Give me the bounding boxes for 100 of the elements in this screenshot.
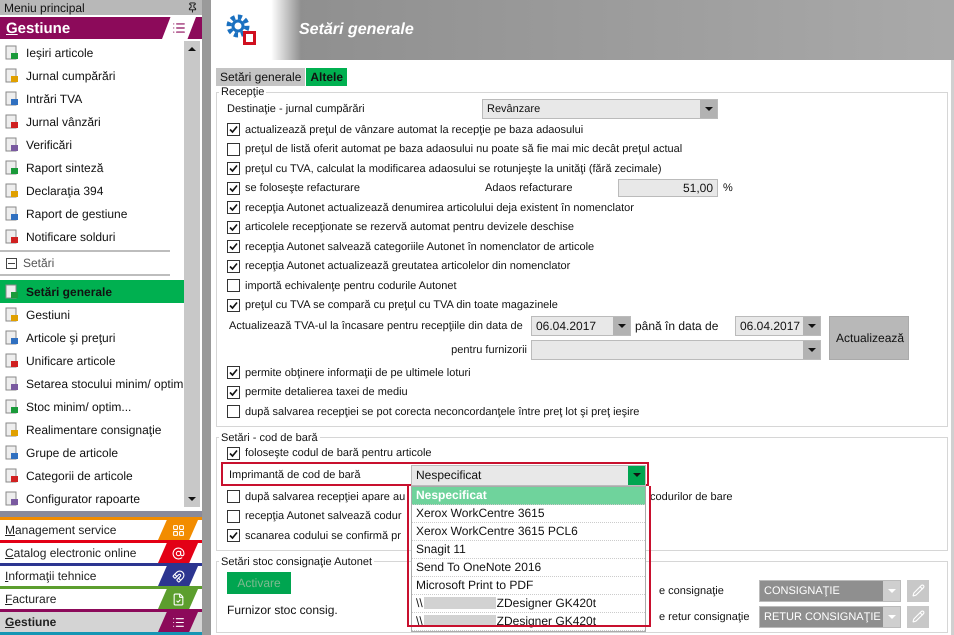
document-icon (4, 182, 20, 198)
option-label: importă echivalenţe pentru codurile Autonet (245, 280, 457, 292)
document-icon (4, 306, 20, 322)
field-label: până în data de (635, 319, 720, 334)
document-icon (4, 160, 20, 176)
checkbox[interactable] (227, 260, 240, 273)
field-label: Destinaţie - jurnal cumpărări (227, 103, 366, 115)
nav-item[interactable]: Facturare (0, 586, 202, 609)
option-label: după salvarea recepţiei apare au (245, 490, 405, 503)
checkbox[interactable] (227, 405, 240, 418)
dropdown-option[interactable]: \\ ZDesigner GK420t (412, 612, 645, 630)
menu-item[interactable]: Articole şi preţuri (0, 326, 184, 349)
menu-item[interactable]: Jurnal vânzări (0, 110, 184, 133)
pencil-icon (912, 584, 924, 597)
checkbox[interactable] (227, 123, 240, 136)
menu-item[interactable]: Ieşiri articole (0, 41, 184, 64)
checkbox[interactable] (227, 279, 240, 292)
option-label: recepţia Autonet salvează categoriile Autonet în nomenclator de articole (245, 240, 594, 253)
document-icon (4, 444, 20, 460)
option-label: recepţia Autonet actualizează denumirea articolului deja existent în nomenclator (245, 202, 634, 214)
menu-item[interactable]: Categorii de articole (0, 464, 184, 487)
menu-item[interactable]: Intrări TVA (0, 87, 184, 110)
date-picker[interactable]: 06.04.2017 (735, 316, 821, 336)
update-button[interactable]: Actualizează (829, 316, 909, 360)
document-icon (4, 114, 20, 130)
tab[interactable]: Altele (306, 68, 348, 86)
nav-item[interactable]: Informaţii tehnice (0, 563, 202, 586)
option-label: preţul cu TVA, calculat la modificarea adaosului se rotunjeşte la unităţi (fără zecimale) (245, 162, 662, 175)
group-title: Setări - cod de bară (220, 432, 319, 444)
option-label: scanarea codului se confirmă pr (245, 530, 402, 542)
menu-item[interactable]: Notificare solduri (0, 225, 184, 248)
dropdown-option[interactable]: Send To OneNote 2016 (412, 558, 645, 576)
checkbox[interactable] (227, 366, 240, 380)
checkbox[interactable] (227, 220, 240, 234)
nav-item[interactable]: Catalog electronic online (0, 540, 202, 563)
option-prefix: \\ (416, 614, 423, 628)
pin-icon[interactable] (187, 2, 198, 13)
field-label: Actualizează TVA-ul la încasare pentru recepţiile din data de (228, 320, 524, 332)
checkbox[interactable] (227, 446, 240, 460)
menu-item[interactable]: Raport sinteză (0, 156, 184, 179)
menu-item[interactable]: Gestiuni (0, 303, 184, 326)
dropdown[interactable]: Nespecificat (411, 464, 646, 486)
section-header[interactable]: Gestiune (0, 17, 202, 39)
menu-item[interactable]: Setarea stocului minim/ optim (0, 372, 184, 395)
document-icon (4, 352, 20, 368)
checkbox[interactable] (227, 298, 240, 312)
field-label: e retur consignaţie (659, 610, 750, 622)
document-icon (4, 284, 20, 300)
nav-item[interactable]: Management service (0, 517, 202, 540)
unit-label: % (723, 182, 733, 194)
menu-item[interactable]: Verificări (0, 133, 184, 156)
document-icon (4, 68, 20, 84)
dropdown-option[interactable]: \\ ZDesigner GK420t (412, 594, 645, 612)
checkbox[interactable] (227, 162, 240, 176)
collapse-icon[interactable] (6, 258, 17, 268)
field-label: pentru furnizorii (451, 344, 527, 356)
checkbox[interactable] (227, 240, 240, 254)
section-title: Gestiune (6, 20, 70, 36)
menu-item[interactable]: Raport de gestiune (0, 202, 184, 225)
scrollbar[interactable] (184, 41, 200, 507)
checkbox[interactable] (227, 142, 240, 156)
option-label: după salvarea recepţiei se pot corecta neconcordanţele între preţ lot şi preţ ieşire (245, 406, 640, 418)
dropdown-option[interactable]: Xerox WorkCentre 3615 PCL6 (412, 522, 645, 540)
field-label: e consignaţie (659, 584, 725, 596)
checkbox[interactable] (227, 201, 240, 214)
menu-item[interactable]: Setări generale (0, 280, 184, 303)
number-field[interactable]: 51,00 (618, 179, 718, 198)
menu-item[interactable]: Jurnal cumpărări (0, 64, 184, 87)
group-title: Setări stoc consignaţie Autonet (220, 556, 374, 568)
menu-item[interactable]: Realimentare consignaţie (0, 418, 184, 441)
document-icon (4, 228, 20, 244)
date-picker[interactable]: 06.04.2017 (531, 316, 631, 336)
document-icon (4, 136, 20, 152)
menu-item[interactable]: Declaraţia 394 (0, 179, 184, 202)
option-label: preţul de listă oferit automat pe baza adaosului nu poate să fie mai mic decât preţul actual (245, 143, 682, 156)
menu-item[interactable]: Grupe de articole (0, 441, 184, 464)
menu-item[interactable]: Unificare articole (0, 349, 184, 372)
page-title: Setări generale (299, 21, 414, 39)
document-icon (4, 490, 20, 506)
menu-item[interactable]: Stoc minim/ optim... (0, 395, 184, 418)
checkbox[interactable] (227, 490, 240, 504)
group-title: Recepţie (220, 86, 266, 98)
dropdown-option[interactable]: Xerox WorkCentre 3615 (412, 504, 645, 522)
tab[interactable]: Setări generale (216, 68, 306, 86)
group-header[interactable]: Setări (0, 250, 170, 276)
dropdown-option[interactable]: Microsoft Print to PDF (412, 576, 645, 594)
dropdown[interactable]: Revânzare (482, 99, 718, 119)
menu-item[interactable]: Configurator rapoarte (0, 487, 184, 510)
field-label: Adaos refacturare (485, 182, 574, 194)
checkbox[interactable] (227, 386, 240, 399)
checkbox[interactable] (227, 182, 240, 195)
document-icon (4, 206, 20, 222)
panel-title: Meniu principal (4, 0, 85, 14)
checkbox[interactable] (227, 510, 240, 523)
document-icon (4, 44, 20, 60)
document-icon (4, 90, 20, 106)
checkbox[interactable] (227, 529, 240, 542)
dropdown-option[interactable]: Snagit 11 (412, 540, 645, 558)
option-label: recepţia Autonet salvează codur (245, 510, 403, 522)
nav-item[interactable]: Gestiune (0, 609, 202, 632)
